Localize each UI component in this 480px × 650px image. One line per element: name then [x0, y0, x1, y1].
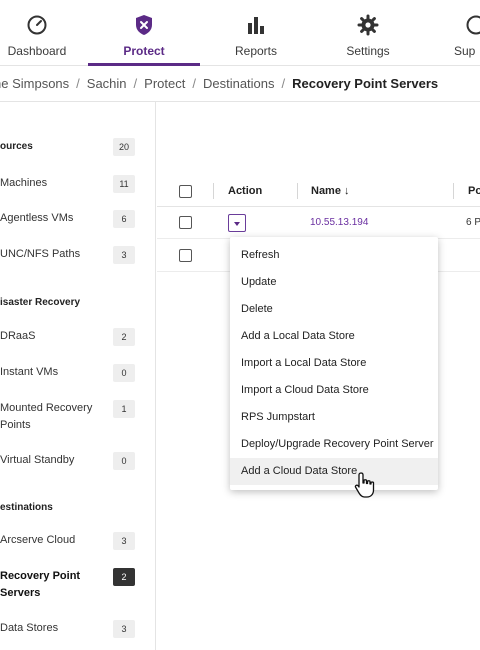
count-badge: 6: [113, 210, 135, 228]
server-name-link[interactable]: 10.55.13.194: [310, 207, 368, 239]
nav-reports-label: Reports: [234, 44, 278, 58]
menu-item-add-cloud-data-store[interactable]: Add a Cloud Data Store: [230, 458, 438, 485]
column-divider: [297, 183, 298, 199]
sidebar-item-label: Mounted Recovery Points: [0, 402, 93, 431]
action-menu: Refresh Update Delete Add a Local Data S…: [230, 237, 438, 490]
sidebar-item-label: Virtual Standby: [0, 454, 75, 466]
support-icon: [466, 15, 480, 35]
row-checkbox[interactable]: [179, 216, 192, 229]
sidebar-item-label: Arcserve Cloud: [0, 534, 76, 546]
sidebar-item-label: Instant VMs: [0, 366, 59, 378]
sidebar-item-label: UNC/NFS Paths: [0, 248, 81, 260]
breadcrumb-item-user[interactable]: Sachin: [87, 66, 127, 101]
sidebar-section-label: isaster Recovery: [0, 297, 81, 308]
hand-cursor-icon: [354, 472, 375, 498]
count-badge: 3: [113, 620, 135, 638]
count-badge: 3: [113, 532, 135, 550]
nav-support-label: Sup: [454, 44, 476, 58]
breadcrumb-separator: /: [76, 76, 80, 91]
column-divider: [453, 183, 454, 199]
top-nav: Dashboard Protect Reports Settings Sup: [0, 0, 480, 66]
sidebar-item-label: DRaaS: [0, 330, 36, 342]
menu-item-import-local-data-store[interactable]: Import a Local Data Store: [230, 350, 438, 377]
count-badge: 0: [113, 364, 135, 382]
row-checkbox[interactable]: [179, 249, 192, 262]
nav-protect[interactable]: Protect: [88, 0, 200, 66]
nav-support[interactable]: Sup: [446, 0, 480, 66]
caret-down-icon: [234, 222, 240, 226]
breadcrumb-current: Recovery Point Servers: [292, 76, 439, 91]
select-all-checkbox[interactable]: [179, 185, 192, 198]
count-badge: 2: [113, 568, 135, 586]
count-badge: 3: [113, 246, 135, 264]
menu-item-update[interactable]: Update: [230, 269, 438, 296]
menu-item-import-cloud-data-store[interactable]: Import a Cloud Data Store: [230, 377, 438, 404]
nav-dashboard-label: Dashboard: [7, 44, 67, 58]
sidebar-item-label: Machines: [0, 177, 48, 189]
breadcrumb-separator: /: [281, 76, 286, 91]
sidebar-item-label: Agentless VMs: [0, 212, 74, 224]
menu-item-refresh[interactable]: Refresh: [230, 242, 438, 269]
table-row[interactable]: 10.55.13.194 6 P: [157, 207, 480, 239]
count-badge: 2: [113, 328, 135, 346]
gauge-icon: [27, 15, 47, 35]
breadcrumb-separator: /: [192, 76, 196, 91]
column-header-ports[interactable]: Po: [468, 175, 480, 207]
sidebar-item-label: Data Stores: [0, 622, 59, 634]
menu-item-add-local-data-store[interactable]: Add a Local Data Store: [230, 323, 438, 350]
shield-icon: [136, 15, 152, 35]
breadcrumb-item-destinations[interactable]: Destinations: [203, 66, 275, 101]
nav-settings[interactable]: Settings: [320, 0, 416, 66]
gear-icon: [357, 14, 379, 36]
count-badge: 11: [113, 175, 135, 193]
sidebar-section-label: estinations: [0, 502, 53, 513]
count-badge: 1: [113, 400, 135, 418]
ports-cell: 6 P: [466, 217, 480, 228]
bar-chart-icon: [248, 17, 264, 34]
sidebar: ources 20 Machines 11 Agentless VMs 6 UN…: [0, 102, 156, 650]
menu-item-rps-jumpstart[interactable]: RPS Jumpstart: [230, 404, 438, 431]
nav-protect-label: Protect: [123, 44, 165, 58]
table-header: Action Name ↓ Po: [157, 175, 480, 207]
breadcrumb-separator: /: [133, 76, 138, 91]
count-badge: 20: [113, 138, 135, 156]
column-divider: [213, 183, 214, 199]
breadcrumb-item-protect[interactable]: Protect: [144, 66, 185, 101]
menu-item-deploy-upgrade-rps[interactable]: Deploy/Upgrade Recovery Point Server: [230, 431, 438, 458]
sidebar-section-label: ources: [0, 141, 33, 152]
nav-reports[interactable]: Reports: [208, 0, 304, 66]
menu-item-delete[interactable]: Delete: [230, 296, 438, 323]
sidebar-item-label: Recovery Point Servers: [0, 570, 81, 599]
nav-dashboard[interactable]: Dashboard: [0, 0, 74, 66]
count-badge: 0: [113, 452, 135, 470]
action-dropdown-button[interactable]: [228, 214, 246, 232]
nav-settings-label: Settings: [346, 44, 390, 58]
column-header-action: Action: [228, 185, 263, 197]
column-header-name[interactable]: Name ↓: [311, 175, 350, 207]
breadcrumb: ne Simpsons / Sachin / Protect / Destinations /…: [0, 66, 480, 102]
breadcrumb-item-org[interactable]: ne Simpsons: [0, 66, 69, 101]
